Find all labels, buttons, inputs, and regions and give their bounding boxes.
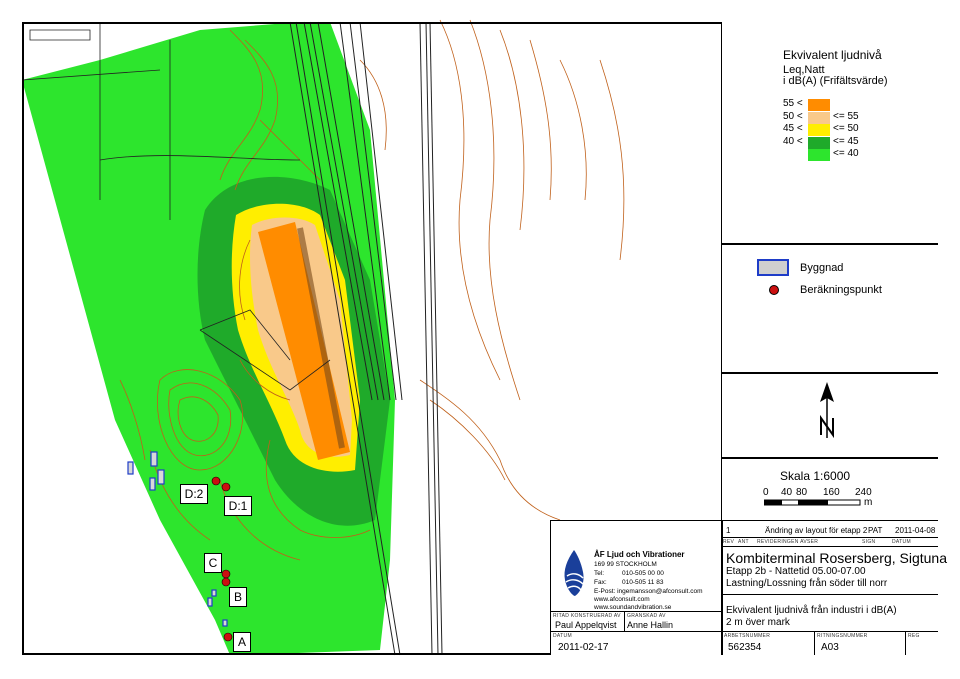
tb-vline [905, 631, 906, 655]
building-swatch [757, 259, 789, 276]
content-line-1: Ekvivalent ljudnivå från industri i dB(A… [726, 605, 897, 616]
scale-unit: m [864, 497, 873, 508]
building-label: Byggnad [800, 262, 844, 274]
company-web1: www.afconsult.com [594, 596, 650, 603]
scale-bar [764, 499, 861, 506]
datum-header: DATUM [892, 539, 911, 545]
legend-swatch [808, 99, 830, 111]
legend-title-1: Ekvivalent ljudnivå [783, 48, 882, 62]
legend-swatch [808, 136, 830, 149]
revision-date: 2011-04-08 [895, 526, 936, 535]
drawing-number: A03 [821, 642, 839, 653]
legend-swatch [808, 149, 830, 161]
date: 2011-02-17 [558, 642, 609, 653]
legend-row-upper: <= 55 [833, 110, 859, 122]
checked-label: GRANSKAD AV [627, 613, 666, 619]
point-swatch [769, 285, 779, 295]
tb-line [721, 594, 938, 595]
company-tel-label: Tel: [594, 570, 605, 577]
project-title: Kombiterminal Rosersberg, Sigtuna [726, 550, 947, 566]
ant-header: ANT [738, 539, 749, 545]
job-number: 562354 [728, 642, 762, 653]
revision-sign: PAT [868, 526, 883, 535]
point-label: Beräkningspunkt [800, 284, 882, 296]
company-tel: 010-505 00 00 [622, 570, 664, 577]
project-stage: Etapp 2b - Nattetid 05.00-07.00 [726, 566, 866, 577]
reg-label: REG [908, 633, 920, 639]
legend-row-upper: <= 45 [833, 135, 859, 147]
drawn-label: RITAD KONSTRUERAD AV [553, 613, 621, 619]
label-d1: D:1 [224, 496, 252, 516]
north-arrow-icon [820, 382, 834, 439]
legend-title-3: i dB(A) (Frifältsvärde) [783, 75, 888, 87]
company-email: E-Post: ingemansson@afconsult.com [594, 588, 703, 595]
revision-text: Ändring av layout för etapp 2 [765, 526, 868, 535]
company-fax: 010-505 11 83 [622, 579, 664, 586]
drawn-by: Paul Appelqvist [555, 620, 617, 630]
project-scenario: Lastning/Lossning från söder till norr [726, 578, 888, 589]
sign-header: SIGN [862, 539, 876, 545]
content-line-2: 2 m över mark [726, 617, 790, 628]
tb-vline [814, 631, 815, 655]
divider [721, 243, 938, 245]
tb-line [550, 611, 721, 612]
revision-num: 1 [726, 526, 731, 535]
legend-row-upper: <= 50 [833, 123, 859, 134]
legend-row-lower: 55 < [783, 98, 803, 109]
divider [721, 372, 938, 374]
rev-header: REV [723, 539, 735, 545]
legend-swatch [808, 111, 830, 124]
company-logo [564, 550, 584, 596]
company-name: ÅF Ljud och Vibrationer [594, 550, 685, 559]
scale-tick: 0 [763, 487, 769, 498]
legend-row-lower: 40 < [783, 135, 803, 147]
scale-tick: 160 [823, 487, 840, 498]
company-address: 169 99 STOCKHOLM [594, 561, 657, 568]
drawing-label: RITNINGSNUMMER [817, 633, 868, 639]
revision-line [721, 537, 938, 538]
legend-row-lower: 45 < [783, 123, 803, 134]
tb-vline [624, 611, 625, 631]
company-web2: www.soundandvibration.se [594, 604, 672, 611]
divider [721, 457, 938, 459]
label-b: B [229, 587, 247, 607]
job-label: ARBETSNUMMER [724, 633, 771, 639]
legend-row-lower: 50 < [783, 110, 803, 122]
checked-by: Anne Hallin [627, 620, 674, 630]
legend-swatch [808, 124, 830, 136]
revision-line [721, 546, 938, 547]
label-c: C [204, 553, 222, 573]
date-label: DATUM [553, 633, 572, 639]
scale-tick: 80 [796, 487, 808, 498]
scale-tick: 40 [781, 487, 793, 498]
legend-row-upper: <= 40 [833, 148, 859, 159]
tb-line [550, 631, 938, 632]
label-d2: D:2 [180, 484, 208, 504]
avser-header: REVIDERINGEN AVSER [757, 539, 819, 545]
scale-title: Skala 1:6000 [780, 469, 851, 483]
company-fax-label: Fax: [594, 579, 607, 586]
label-a: A [233, 632, 251, 652]
